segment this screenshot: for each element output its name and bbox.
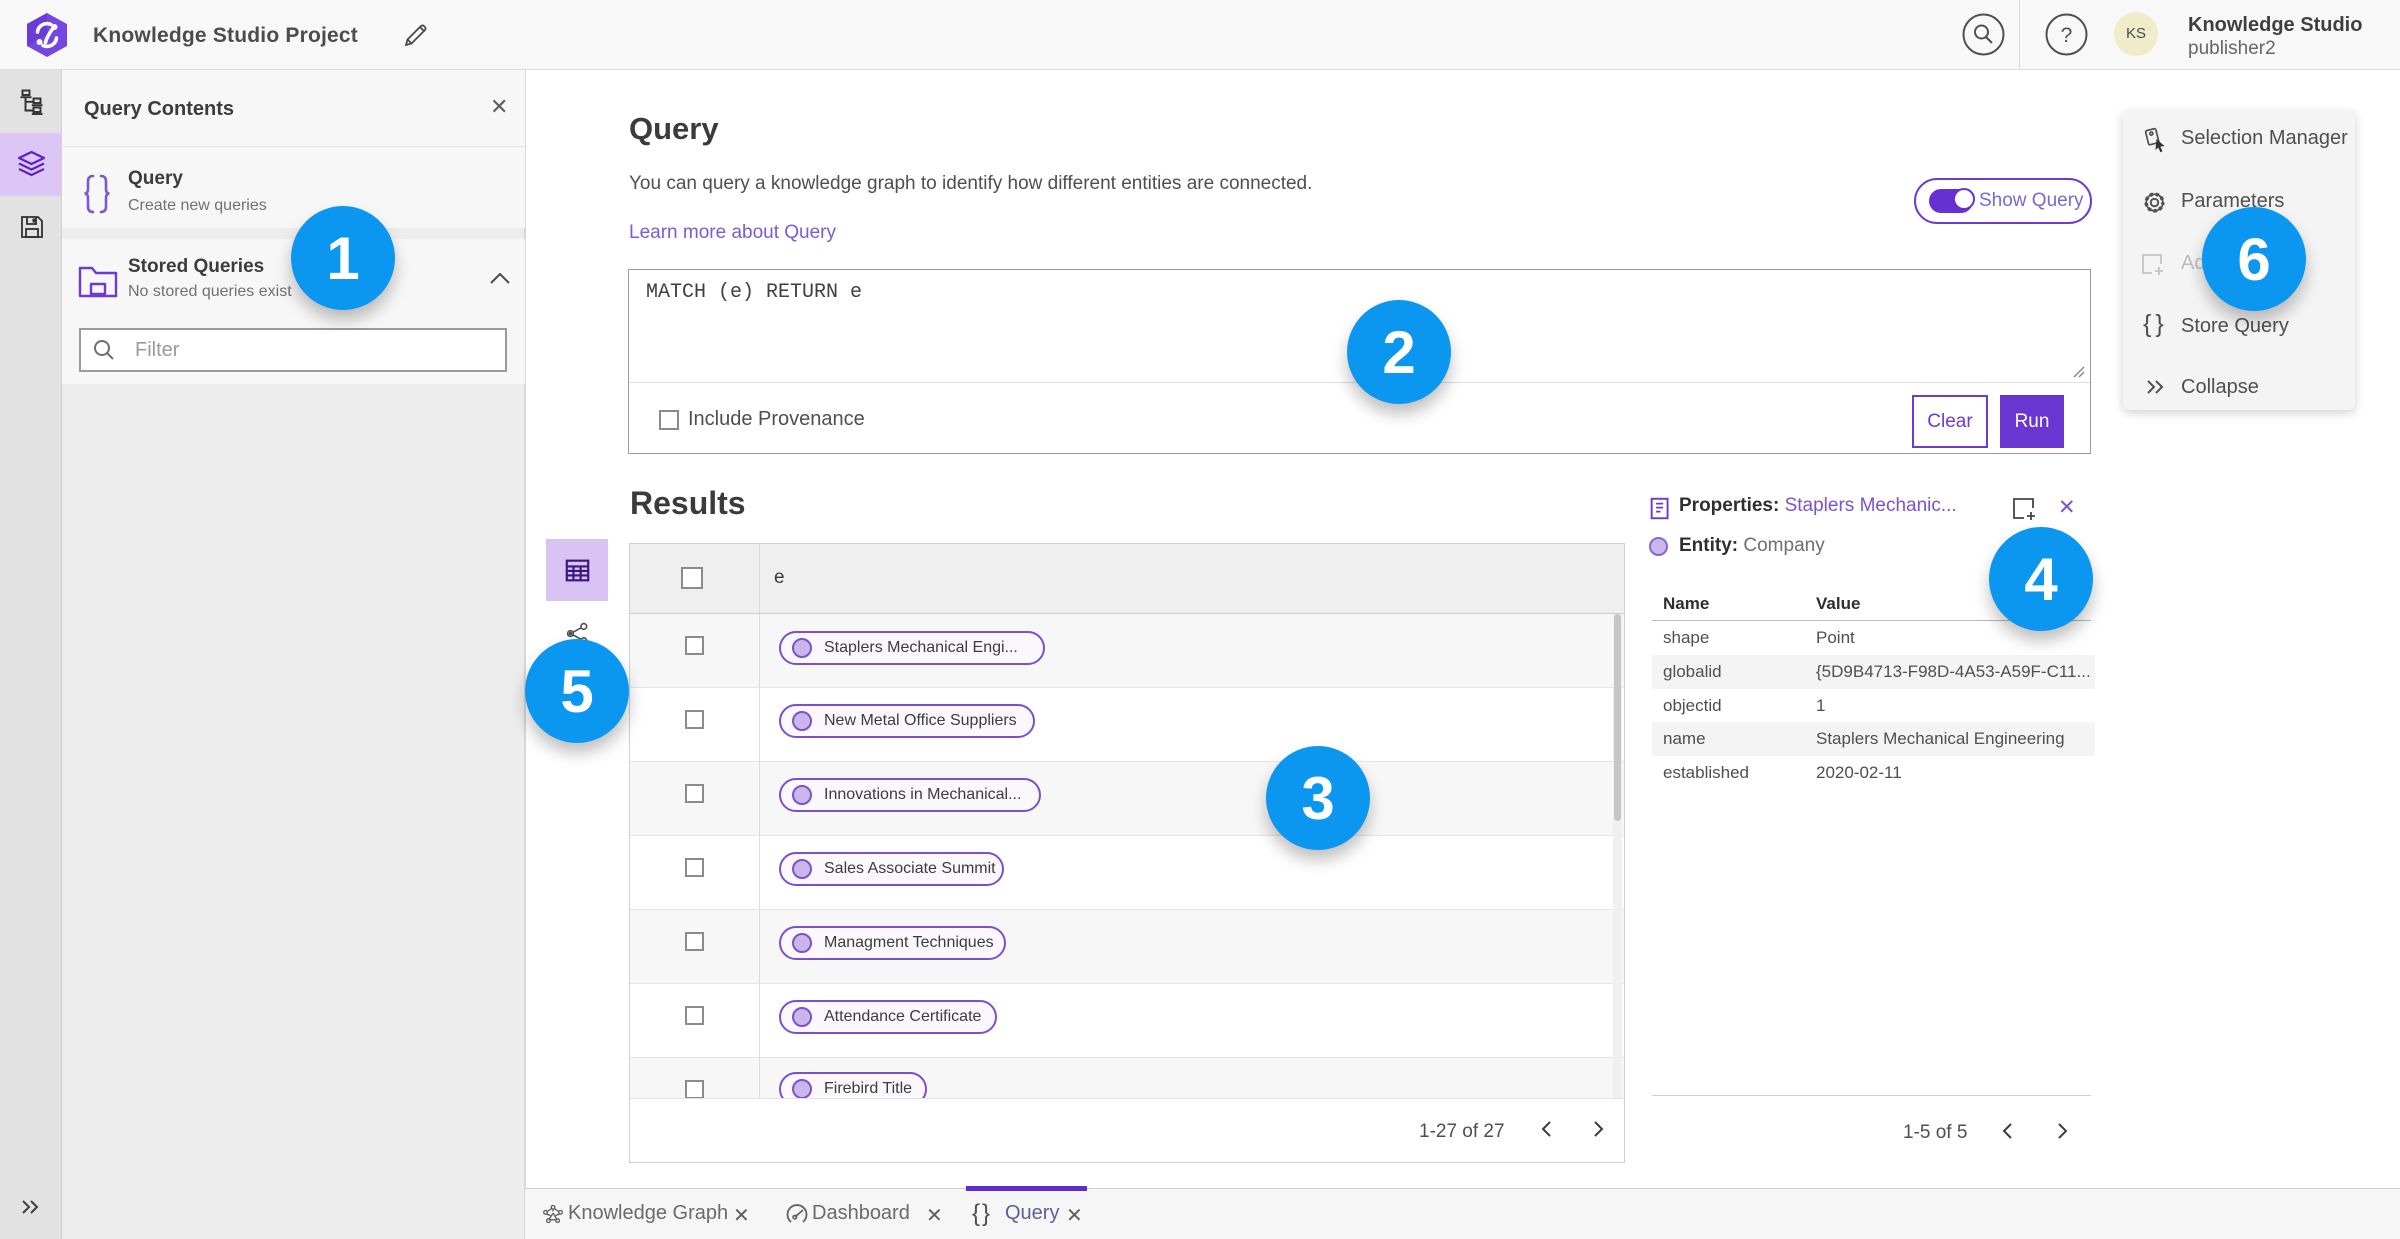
svg-text:?: ? [2061, 24, 2073, 47]
